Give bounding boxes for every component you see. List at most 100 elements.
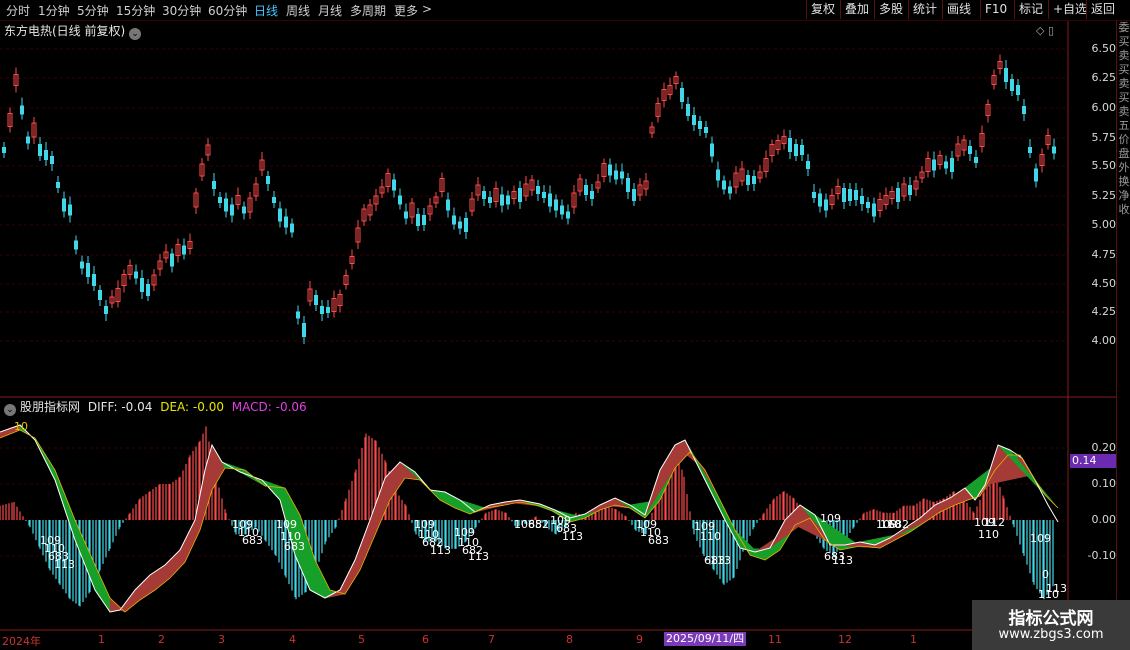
toolbar-button-f10[interactable]: F10 [980, 0, 1011, 19]
candle-body [422, 215, 426, 225]
indicator-annotation: 682 [888, 518, 909, 531]
period-tab-1min[interactable]: 1分钟 [38, 2, 70, 19]
price-axis-tick: 4.00 [1091, 334, 1117, 347]
candle-body [620, 171, 624, 179]
candle-body [104, 306, 108, 314]
quote-side-label: 盘 [1118, 147, 1130, 160]
candle-body [452, 215, 456, 225]
candle-body [686, 104, 690, 116]
candle-body [92, 274, 96, 286]
candle-body [710, 143, 714, 157]
date-axis-tick: 12 [838, 633, 852, 646]
quote-side-panel[interactable]: 委买卖买卖买卖五价盘外换净收 [1116, 21, 1130, 633]
toolbar-button-stats[interactable]: 统计 [908, 0, 941, 19]
period-tab-60min[interactable]: 60分钟 [208, 2, 247, 19]
date-axis-tick: 8 [566, 633, 573, 646]
toolbar-button-multi-stock[interactable]: 多股 [874, 0, 907, 19]
period-tab-intraday[interactable]: 分时 [6, 2, 30, 19]
candle-body [1010, 79, 1014, 91]
current-indicator-value: 0.14 [1070, 454, 1118, 468]
candle-body [140, 278, 144, 292]
candle-body [314, 295, 318, 305]
candle-body [290, 223, 294, 233]
candle-body [98, 290, 102, 300]
toolbar-button-back[interactable]: 返回 [1086, 0, 1119, 19]
candle-body [272, 197, 276, 203]
band-segment [261, 479, 301, 516]
price-axis-tick: 4.75 [1091, 248, 1117, 261]
quote-side-label: 换 [1118, 175, 1130, 188]
candle-body [866, 202, 870, 208]
indicator-annotation: 110 [978, 528, 999, 541]
period-tab-monthly[interactable]: 月线 [318, 2, 342, 19]
date-axis-tick: 6 [422, 633, 429, 646]
period-tab-30min[interactable]: 30分钟 [162, 2, 201, 19]
indicator-annotation: 682 [528, 518, 549, 531]
candle-body [224, 198, 228, 212]
candle-body [62, 198, 66, 212]
chevron-down-icon[interactable]: ⌄ [129, 28, 142, 40]
price-axis-tick: 5.75 [1091, 131, 1117, 144]
indicator-annotation: 113 [562, 530, 583, 543]
candle-body [302, 323, 306, 337]
quote-side-label: 五 [1118, 119, 1130, 132]
candle-body [242, 206, 246, 214]
candle-body [398, 195, 402, 205]
candle-body [1004, 68, 1008, 82]
quote-side-label: 卖 [1118, 77, 1130, 90]
toolbar-button-overlay[interactable]: 叠加 [840, 0, 873, 19]
chart-canvas[interactable]: 1010911068311310911068310911068310911068… [0, 21, 1116, 633]
candle-body [284, 216, 288, 228]
candle-body [500, 194, 504, 206]
candle-body [482, 191, 486, 199]
period-tab-weekly[interactable]: 周线 [286, 2, 310, 19]
chart-title: 东方电热(日线 前复权) ⌄ [4, 22, 142, 40]
period-tab-more[interactable]: 更多 [394, 2, 418, 19]
selected-date-tag: 2025/09/11/四 [664, 632, 747, 646]
candle-body [218, 197, 222, 203]
period-tab-multi[interactable]: 多周期 [350, 2, 386, 19]
date-axis-tick: 2024年 [2, 635, 41, 648]
candle-body [704, 127, 708, 133]
date-axis-tick: 9 [636, 633, 643, 646]
period-tab-15min[interactable]: 15分钟 [116, 2, 155, 19]
macd-value: MACD: -0.06 [231, 400, 307, 414]
candle-body [1028, 147, 1032, 153]
toolbar-button-mark[interactable]: 标记 [1014, 0, 1047, 19]
toolbar-button-draw[interactable]: 画线 [942, 0, 975, 19]
candle-body [404, 211, 408, 219]
quote-side-label: 委 [1118, 21, 1130, 34]
period-tab-5min[interactable]: 5分钟 [77, 2, 109, 19]
candle-body [692, 115, 696, 125]
toolbar-button-adjust[interactable]: 复权 [806, 0, 839, 19]
candle-body [1034, 168, 1038, 182]
candle-body [458, 221, 462, 229]
candle-body [230, 204, 234, 216]
candle-body [950, 158, 954, 172]
candle-body [446, 199, 450, 211]
date-axis-tick: 1 [98, 633, 105, 646]
watermark-url: www.zbgs3.com [998, 627, 1104, 642]
candle-body [1016, 85, 1020, 95]
candle-body [944, 161, 948, 169]
panel-corner-icons[interactable]: ◇ ▯ [1036, 24, 1054, 37]
candle-body [932, 159, 936, 171]
date-axis-tick: 7 [488, 633, 495, 646]
chevron-down-icon[interactable]: ⌄ [4, 404, 16, 416]
price-axis-tick: 4.25 [1091, 305, 1117, 318]
candle-body [296, 311, 300, 319]
date-axis-tick: 3 [218, 633, 225, 646]
candle-body [536, 186, 540, 194]
candle-body [1022, 106, 1026, 114]
period-tab-daily[interactable]: 日线 [254, 2, 278, 19]
candle-body [56, 182, 60, 188]
more-arrow-icon[interactable]: > [422, 2, 432, 16]
candle-body [716, 169, 720, 181]
band-segment [339, 534, 376, 591]
toolbar-button-add-watchlist[interactable]: +自选 [1048, 0, 1091, 19]
price-axis-tick: 6.50 [1091, 42, 1117, 55]
candle-body [800, 145, 804, 155]
candle-body [614, 170, 618, 180]
watermark-title: 指标公式网 [1008, 609, 1094, 629]
indicator-axis-tick: 0.20 [1091, 441, 1117, 454]
